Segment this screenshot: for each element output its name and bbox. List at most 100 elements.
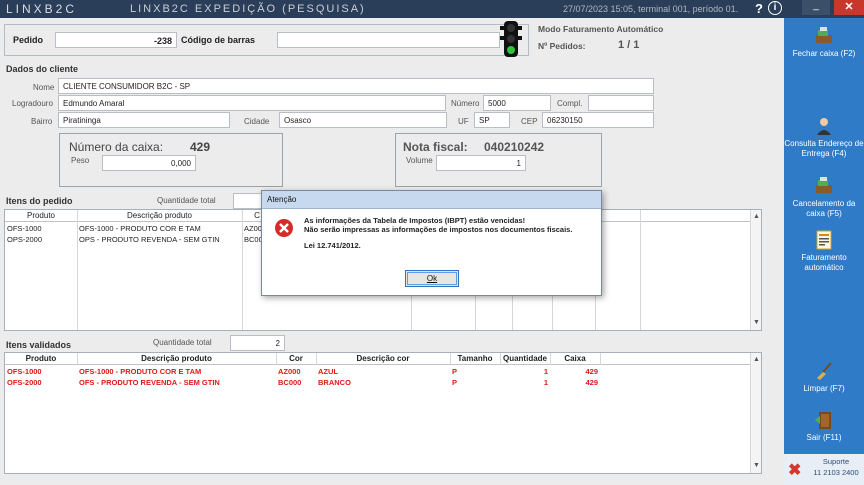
row-cor: BC000 — [278, 378, 302, 387]
numero-caixa-value: 429 — [190, 140, 211, 154]
window-title: LINXB2C EXPEDIÇÃO (PESQUISA) — [130, 3, 366, 15]
nome-field[interactable]: CLIENTE CONSUMIDOR B2C - SP — [58, 78, 654, 94]
cidade-label: Cidade — [244, 117, 270, 126]
ok-button[interactable]: Ok — [405, 270, 459, 287]
scroll-down-icon[interactable]: ▼ — [751, 318, 761, 328]
row-descricao-cor: BRANCO — [318, 378, 351, 387]
suporte-fone: 11 2103 2400 — [813, 468, 859, 477]
limpar-label: Limpar (F7) — [803, 384, 845, 393]
row-quantidade: 1 — [543, 367, 548, 376]
cancelamento-caixa-button[interactable]: Cancelamento da caixa (F5) — [784, 176, 864, 219]
exit-door-icon — [815, 412, 831, 429]
faturamento-automatico-button[interactable]: Faturamento automático — [784, 230, 864, 273]
row-caixa: 429 — [585, 367, 598, 376]
fechar-caixa-label: Fechar caixa (F2) — [792, 49, 856, 58]
suporte-label: Suporte — [822, 457, 850, 466]
col-descricao[interactable]: Descrição produto — [77, 210, 242, 222]
numero-caixa-label: Número da caixa: — [69, 140, 164, 154]
cep-field[interactable]: 06230150 — [542, 112, 654, 128]
codigo-barras-label: Código de barras — [181, 35, 256, 45]
sair-label: Sair (F11) — [806, 433, 842, 442]
scroll-down-icon[interactable]: ▼ — [751, 461, 761, 471]
scroll-up-icon[interactable]: ▲ — [751, 355, 761, 365]
dados-cliente-title: Dados do cliente — [6, 64, 79, 74]
nota-fiscal-value: 040210242 — [484, 140, 545, 154]
bairro-label: Bairro — [31, 117, 53, 126]
col-quantidade[interactable]: Quantidade — [500, 353, 550, 365]
info-icon[interactable]: i — [768, 1, 782, 15]
error-icon — [275, 219, 293, 237]
compl-field[interactable] — [588, 95, 654, 111]
col-descricao-cor[interactable]: Descrição cor — [316, 353, 450, 365]
row-descricao: OFS-1000 - PRODUTO COR E TAM — [79, 367, 202, 376]
compl-label: Compl. — [557, 99, 583, 108]
col-caixa[interactable]: Caixa — [550, 353, 600, 365]
row-cor: AZ000 — [278, 367, 301, 376]
numero-field[interactable]: 5000 — [483, 95, 551, 111]
row-tamanho: P — [452, 367, 458, 376]
cancelamento-caixa-label: Cancelamento da caixa (F5) — [792, 199, 856, 218]
x-logo-icon: ✖ — [788, 462, 802, 479]
codigo-barras-input[interactable] — [277, 32, 500, 48]
modo-faturamento-label: Modo Faturamento Automático — [538, 24, 664, 34]
row-descricao: OPS - PRODUTO REVENDA - SEM GTIN — [79, 235, 220, 244]
order-header: Pedido -238 Código de barras — [4, 24, 529, 56]
volume-field[interactable]: 1 — [436, 155, 526, 171]
cidade-field[interactable]: Osasco — [279, 112, 447, 128]
help-icon[interactable]: ? — [755, 1, 763, 16]
col-descricao[interactable]: Descrição produto — [77, 353, 276, 365]
invoice-icon — [816, 230, 832, 250]
col-produto[interactable]: Produto — [5, 210, 77, 222]
minimize-button[interactable]: _ — [802, 0, 830, 15]
sair-button[interactable]: Sair (F11) — [784, 410, 864, 443]
row-descricao: OFS - PRODUTO REVENDA - SEM GTIN — [79, 378, 220, 387]
row-produto: OFS-1000 — [7, 367, 42, 376]
suporte-panel[interactable]: ✖ Suporte 11 2103 2400 — [784, 454, 864, 485]
limpar-button[interactable]: Limpar (F7) — [784, 361, 864, 394]
uf-label: UF — [458, 117, 469, 126]
person-icon — [817, 118, 831, 135]
itens-validados-qtd-label: Quantidade total — [153, 338, 212, 347]
numero-label: Número — [451, 99, 480, 108]
itens-pedido-qtd-label: Quantidade total — [157, 196, 216, 205]
cash-register-icon — [816, 27, 832, 43]
cep-label: CEP — [521, 117, 538, 126]
nota-fiscal-label: Nota fiscal: — [403, 140, 468, 154]
peso-field[interactable]: 0,000 — [102, 155, 196, 171]
col-tamanho[interactable]: Tamanho — [450, 353, 500, 365]
peso-label: Peso — [71, 156, 90, 165]
volume-label: Volume — [406, 156, 433, 165]
row-produto: OFS-1000 — [7, 224, 42, 233]
row-tamanho: P — [452, 378, 458, 387]
bairro-field[interactable]: Piratininga — [58, 112, 230, 128]
close-button[interactable]: ✕ — [834, 0, 864, 15]
consulta-endereco-button[interactable]: Consulta Endereço de Entrega (F4) — [784, 116, 864, 159]
logradouro-field[interactable]: Edmundo Amaral — [58, 95, 446, 111]
itens-pedido-scrollbar[interactable]: ▲ ▼ — [750, 210, 761, 330]
nome-label: Nome — [33, 83, 55, 92]
row-descricao: OFS-1000 - PRODUTO COR E TAM — [79, 224, 201, 233]
session-status: 27/07/2023 15:05, terminal 001, período … — [563, 4, 739, 14]
uf-field[interactable]: SP — [474, 112, 510, 128]
fechar-caixa-button[interactable]: Fechar caixa (F2) — [784, 26, 864, 59]
col-produto[interactable]: Produto — [5, 353, 77, 365]
pedido-input[interactable]: -238 — [55, 32, 177, 48]
dialog-message-line2: Não serão impressas as informações de im… — [304, 225, 573, 234]
row-produto: OPS-2000 — [7, 235, 43, 244]
nota-fiscal-box: Nota fiscal: 040210242 Volume 1 — [395, 133, 602, 187]
n-pedidos-label: Nº Pedidos: — [538, 41, 586, 51]
faturamento-automatico-label: Faturamento automático — [801, 253, 847, 272]
n-pedidos-value: 1 / 1 — [618, 39, 640, 51]
col-cor[interactable]: Cor — [276, 353, 316, 365]
itens-validados-scrollbar[interactable]: ▲ ▼ — [750, 353, 761, 473]
itens-validados-qtd-field[interactable]: 2 — [230, 335, 285, 351]
row-produto: OFS-2000 — [7, 378, 42, 387]
row-caixa: 429 — [585, 378, 598, 387]
action-sidebar: Fechar caixa (F2) Consulta Endereço de E… — [784, 18, 864, 485]
itens-validados-title: Itens validados — [6, 340, 72, 350]
cash-register-icon — [816, 177, 832, 193]
broom-icon — [817, 362, 832, 380]
scroll-up-icon[interactable]: ▲ — [751, 212, 761, 222]
itens-validados-header: Produto Descrição produto Cor Descrição … — [5, 353, 751, 365]
itens-validados-grid[interactable]: Produto Descrição produto Cor Descrição … — [4, 352, 762, 474]
